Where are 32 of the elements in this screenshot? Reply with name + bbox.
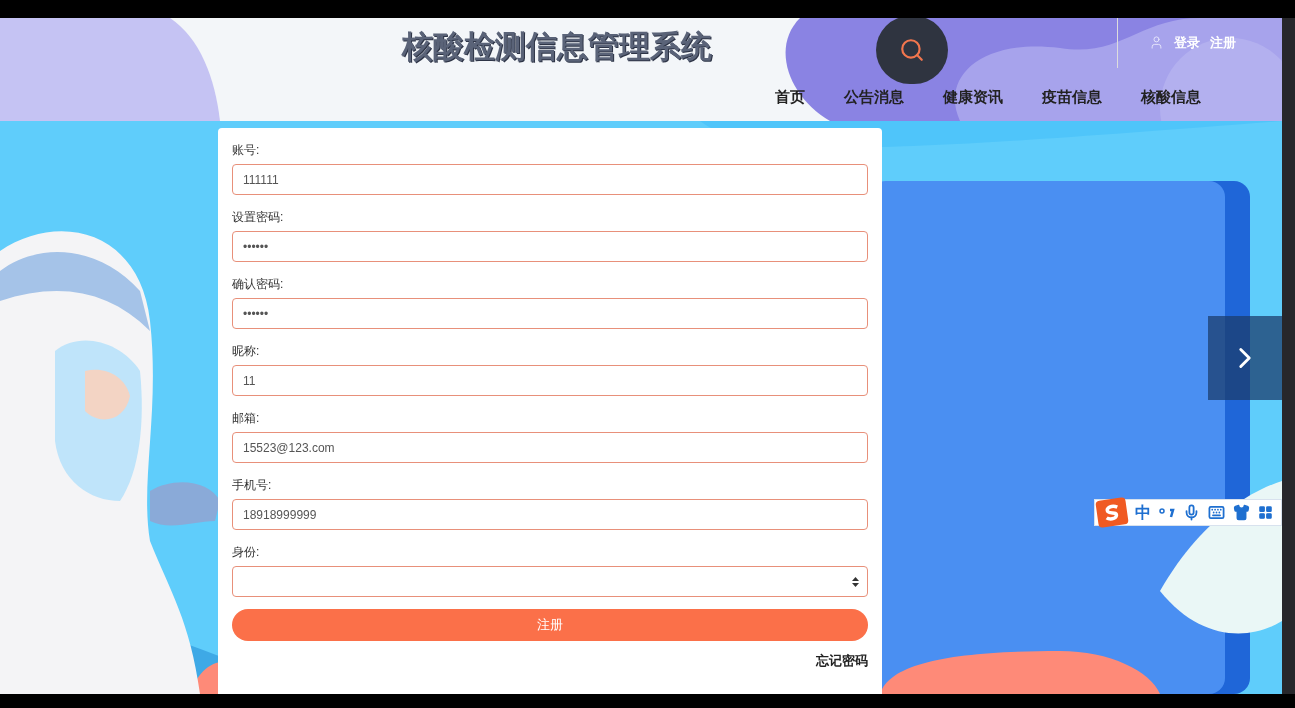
field-label: 确认密码: [232,276,285,292]
select-field[interactable] [232,566,868,597]
field-label: 手机号: [232,477,273,493]
nav-link[interactable]: 疫苗信息 [1025,86,1119,109]
ime-mode: 中 [1135,502,1151,523]
punctuation-icon [1159,506,1175,519]
input-field[interactable]: •••••• [232,231,868,262]
next-slide-button[interactable] [1208,316,1282,400]
input-field[interactable]: 11 [232,365,868,396]
grid-icon [1258,505,1273,520]
field-label: 昵称: [232,343,261,359]
field-label: 邮箱: [232,410,261,426]
forgot-password-link[interactable]: 忘记密码 [816,651,868,671]
user-icon [1149,35,1164,51]
sort-arrows-icon [852,576,859,587]
field-label: 账号: [232,142,261,158]
scrollbar[interactable] [1282,18,1295,694]
microphone-icon [1183,504,1200,521]
input-field[interactable]: 15523@123.com [232,432,868,463]
input-field[interactable]: 18918999999 [232,499,868,530]
input-field[interactable]: •••••• [232,298,868,329]
search-icon [899,37,925,63]
nav-link[interactable]: 健康资讯 [926,86,1020,109]
nav-link[interactable]: 核酸信息 [1124,86,1218,109]
nav-link[interactable]: 公告消息 [827,86,921,109]
nav-link[interactable]: 首页 [758,86,822,109]
shirt-icon [1233,504,1250,521]
site-title: 核酸检测信息管理系统 [402,28,712,66]
input-field[interactable]: 111111 [232,164,868,195]
keyboard-icon [1208,504,1225,521]
field-label: 身份: [232,544,261,560]
field-label: 设置密码: [232,209,285,225]
